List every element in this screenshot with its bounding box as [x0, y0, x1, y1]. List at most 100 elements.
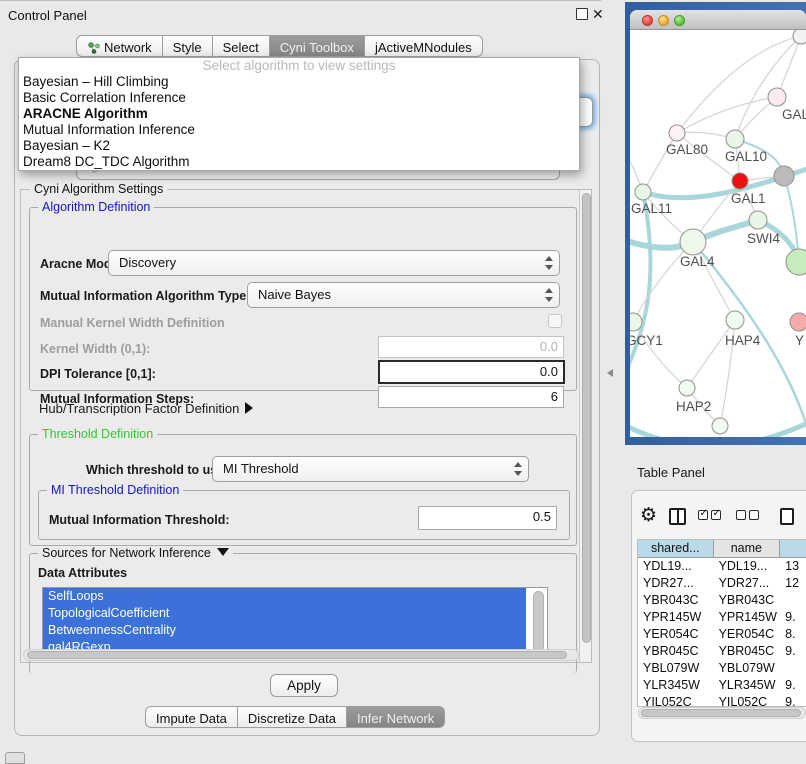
- dropdown-placeholder: Select algorithm to view settings: [19, 58, 579, 74]
- split-columns-icon[interactable]: [669, 508, 686, 525]
- network-node[interactable]: [774, 166, 794, 186]
- dropdown-item[interactable]: Mutual Information Inference: [19, 122, 579, 138]
- tab-impute-data[interactable]: Impute Data: [145, 706, 238, 728]
- network-node-hap4[interactable]: [726, 311, 744, 329]
- mi-steps-input[interactable]: 6: [378, 386, 564, 408]
- table-row[interactable]: YLR345WYLR345W9.: [638, 677, 806, 694]
- tab-network[interactable]: Network: [76, 35, 163, 57]
- data-attributes-list[interactable]: SelfLoopsTopologicalCoefficientBetweenne…: [42, 587, 548, 658]
- dropdown-item[interactable]: Bayesian – K2: [19, 138, 579, 154]
- mac-minimize-icon[interactable]: [658, 15, 669, 26]
- control-panel-title: Control Panel: [8, 8, 87, 23]
- network-node[interactable]: [786, 249, 806, 275]
- mac-close-icon[interactable]: [642, 15, 653, 26]
- algorithm-dropdown-list: Select algorithm to view settingsBayesia…: [18, 57, 580, 171]
- network-node-gal80[interactable]: [669, 125, 685, 141]
- mi-threshold-input[interactable]: 0.5: [418, 506, 557, 530]
- tab-cyni-toolbox[interactable]: Cyni Toolbox: [270, 35, 365, 57]
- float-window-icon[interactable]: [576, 8, 588, 20]
- table-cell: YBR045C: [638, 643, 714, 660]
- combo-stepper-icon: [544, 255, 553, 271]
- table-cell: YER054C: [714, 626, 781, 643]
- dropdown-item[interactable]: Dream8 DC_TDC Algorithm: [19, 154, 579, 170]
- tab-discretize-data[interactable]: Discretize Data: [238, 706, 347, 728]
- table-row[interactable]: YER054CYER054C8.: [638, 626, 806, 643]
- network-window: GALGAL80GAL10GAL1GAL11SWI4GAL4GCY1HAP4YH…: [630, 10, 806, 437]
- node-label: GAL80: [666, 142, 708, 157]
- network-node-hap2[interactable]: [679, 380, 695, 396]
- manual-kernel-checkbox[interactable]: [548, 314, 562, 328]
- data-attributes-label: Data Attributes: [38, 566, 127, 580]
- node-label: HAP4: [725, 333, 761, 348]
- dpi-tolerance-input[interactable]: 0.0: [378, 360, 565, 384]
- network-node-gal1[interactable]: [732, 173, 748, 189]
- kernel-width-label: Kernel Width (0,1):: [40, 342, 150, 356]
- hub-definition-toggle[interactable]: Hub/Transcription Factor Definition: [39, 401, 253, 416]
- table-cell: 9.: [780, 609, 806, 626]
- settings-horizontal-scrollbar[interactable]: [23, 649, 579, 661]
- network-node-gal4[interactable]: [680, 229, 706, 255]
- network-node-gal10[interactable]: [726, 130, 744, 148]
- table-row[interactable]: YIL052CYIL052C9.: [638, 694, 806, 707]
- dropdown-item[interactable]: Bayesian – Hill Climbing: [19, 74, 579, 90]
- table-row[interactable]: YDL19...YDL19...13: [638, 558, 806, 575]
- network-edge[interactable]: [735, 36, 801, 139]
- attribute-list-item[interactable]: BetweennessCentrality: [43, 622, 526, 639]
- apply-button[interactable]: Apply: [270, 674, 338, 697]
- kernel-width-input[interactable]: 0.0: [378, 336, 564, 358]
- which-threshold-combo[interactable]: MI Threshold: [212, 456, 529, 482]
- mi-threshold-legend: MI Threshold Definition: [47, 483, 183, 497]
- network-node-y[interactable]: [790, 313, 806, 331]
- corner-widget[interactable]: [5, 752, 25, 764]
- network-edge[interactable]: [777, 36, 801, 97]
- threshold-definition-legend: Threshold Definition: [38, 427, 157, 441]
- table-row[interactable]: YPR145WYPR145W9.: [638, 609, 806, 626]
- tab-label: Cyni Toolbox: [280, 40, 354, 55]
- mac-zoom-icon[interactable]: [674, 15, 685, 26]
- aracne-mode-combo[interactable]: Discovery: [108, 250, 560, 276]
- control-panel-tabs: NetworkStyle Select Cyni Toolbox jActiveMNo…: [76, 35, 483, 57]
- table-row[interactable]: YBR045CYBR045C9.: [638, 643, 806, 660]
- tab-infer-network[interactable]: Infer Network: [347, 706, 445, 728]
- tab-label: Select: [223, 40, 259, 55]
- table-row[interactable]: YBL079WYBL079W: [638, 660, 806, 677]
- network-node-gal11[interactable]: [635, 184, 651, 200]
- table-cell: YPR145W: [638, 609, 714, 626]
- cyni-algorithm-settings-panel: Cyni Algorithm Settings Algorithm Defini…: [20, 189, 592, 663]
- column-header-name[interactable]: name: [714, 540, 781, 557]
- network-node[interactable]: [793, 30, 806, 44]
- table-horizontal-scrollbar[interactable]: [638, 707, 806, 719]
- node-label: GCY1: [630, 333, 663, 348]
- hub-definition-label: Hub/Transcription Factor Definition: [39, 401, 239, 416]
- manual-kernel-label: Manual Kernel Width Definition: [40, 316, 225, 330]
- network-node-gal[interactable]: [768, 88, 786, 106]
- network-window-titlebar[interactable]: [630, 10, 806, 30]
- list-scrollbar[interactable]: [533, 591, 544, 654]
- network-node[interactable]: [712, 418, 728, 434]
- network-node-swi4[interactable]: [749, 211, 767, 229]
- document-icon[interactable]: [780, 508, 794, 525]
- select-columns-icon[interactable]: [698, 507, 724, 525]
- settings-vertical-scrollbar[interactable]: [579, 190, 591, 662]
- network-icon: [87, 41, 100, 54]
- sources-legend[interactable]: Sources for Network Inference: [38, 546, 233, 560]
- column-header-partial[interactable]: [780, 540, 806, 557]
- deselect-columns-icon[interactable]: [736, 507, 762, 525]
- table-row[interactable]: YBR043CYBR043C: [638, 592, 806, 609]
- splitter-handle-icon[interactable]: [607, 369, 613, 377]
- attribute-list-item[interactable]: TopologicalCoefficient: [43, 605, 526, 622]
- tab-jactivemnodules[interactable]: jActiveMNodules: [365, 35, 483, 57]
- tab-select[interactable]: Select: [213, 35, 270, 57]
- dropdown-item[interactable]: Basic Correlation Inference: [19, 90, 579, 106]
- network-canvas[interactable]: GALGAL80GAL10GAL1GAL11SWI4GAL4GCY1HAP4YH…: [630, 30, 806, 437]
- table-row[interactable]: YDR27...YDR27...12: [638, 575, 806, 592]
- column-header-shared-name[interactable]: shared...: [638, 540, 714, 557]
- table-cell: YPR145W: [714, 609, 781, 626]
- close-icon[interactable]: ✕: [592, 8, 604, 21]
- attribute-list-item[interactable]: SelfLoops: [43, 588, 526, 605]
- node-label: GAL11: [631, 201, 672, 216]
- gear-icon[interactable]: ⚙: [640, 505, 657, 527]
- mi-algorithm-type-combo[interactable]: Naive Bayes: [247, 282, 560, 308]
- dropdown-item[interactable]: ARACNE Algorithm: [19, 106, 579, 122]
- tab-style[interactable]: Style: [163, 35, 213, 57]
